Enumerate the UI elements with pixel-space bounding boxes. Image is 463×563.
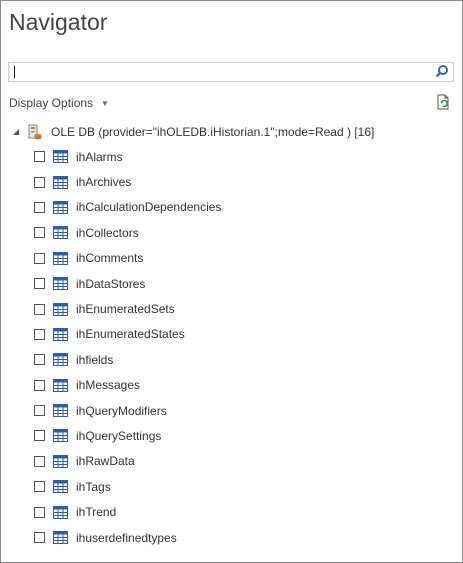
search-input[interactable]: [9, 63, 437, 81]
tree-item-row[interactable]: ihDataStores: [13, 271, 453, 296]
table-icon: [53, 429, 68, 443]
table-icon: [53, 505, 68, 519]
tree-item-label: ihComments: [76, 251, 144, 266]
checkbox[interactable]: [34, 455, 45, 467]
tree-item-label: ihCollectors: [76, 225, 139, 240]
tree-item-label: ihQueryModifiers: [76, 403, 167, 418]
display-options-label: Display Options: [9, 96, 94, 110]
table-icon: [53, 327, 68, 341]
tree-item-label: ihQuerySettings: [76, 428, 162, 443]
checkbox[interactable]: [34, 278, 45, 290]
tree-root-label: OLE DB (provider="ihOLEDB.iHistorian.1";…: [51, 124, 375, 139]
tree-root-row[interactable]: ◢ OLE DB (provider="ihOLEDB.iHistorian.1…: [13, 119, 453, 144]
table-icon: [53, 353, 68, 367]
table-icon: [53, 226, 68, 240]
table-icon: [53, 200, 68, 214]
page-title: Navigator: [9, 9, 108, 35]
tree-item-row[interactable]: ihCalculationDependencies: [13, 195, 453, 220]
navigator-tree: ◢ OLE DB (provider="ihOLEDB.iHistorian.1…: [13, 119, 453, 550]
expand-arrow-icon[interactable]: ◢: [13, 127, 23, 137]
tree-item-label: ihTags: [76, 479, 111, 494]
tree-item-row[interactable]: ihTags: [13, 474, 453, 499]
text-caret: [14, 66, 15, 78]
search-box[interactable]: [8, 62, 454, 82]
checkbox[interactable]: [34, 379, 45, 391]
tree-item-label: ihuserdefinedtypes: [76, 530, 177, 545]
checkbox[interactable]: [34, 328, 45, 340]
tree-item-label: ihCalculationDependencies: [76, 200, 222, 215]
tree-item-label: ihMessages: [76, 378, 141, 393]
checkbox[interactable]: [34, 252, 45, 264]
checkbox[interactable]: [34, 303, 45, 315]
table-icon: [53, 302, 68, 316]
database-icon: [28, 124, 42, 139]
tree-item-row[interactable]: ihArchives: [13, 169, 453, 194]
table-icon: [53, 277, 68, 291]
table-icon: [53, 378, 68, 392]
tree-item-label: ihArchives: [76, 175, 132, 190]
tree-item-row[interactable]: ihQuerySettings: [13, 423, 453, 448]
table-icon: [53, 404, 68, 418]
tree-item-row[interactable]: ihComments: [13, 246, 453, 271]
checkbox[interactable]: [34, 481, 45, 493]
tree-item-row[interactable]: ihuserdefinedtypes: [13, 525, 453, 550]
tree-item-row[interactable]: ihEnumeratedStates: [13, 322, 453, 347]
checkbox[interactable]: [34, 201, 45, 213]
table-icon: [53, 175, 68, 189]
table-icon: [53, 150, 68, 164]
tree-item-row[interactable]: ihRawData: [13, 449, 453, 474]
checkbox[interactable]: [34, 176, 45, 188]
tree-item-row[interactable]: ihfields: [13, 347, 453, 372]
checkbox[interactable]: [34, 532, 45, 544]
tree-item-row[interactable]: ihEnumeratedSets: [13, 296, 453, 321]
checkbox[interactable]: [34, 151, 45, 163]
search-icon[interactable]: [434, 64, 450, 80]
tree-item-row[interactable]: ihQueryModifiers: [13, 398, 453, 423]
tree-item-label: ihAlarms: [76, 149, 123, 164]
chevron-down-icon: ▼: [101, 98, 109, 108]
tree-item-row[interactable]: ihMessages: [13, 373, 453, 398]
checkbox[interactable]: [34, 430, 45, 442]
checkbox[interactable]: [34, 354, 45, 366]
tree-item-row[interactable]: ihAlarms: [13, 144, 453, 169]
tree-item-label: ihRawData: [76, 454, 135, 469]
table-icon: [53, 251, 68, 265]
checkbox[interactable]: [34, 506, 45, 518]
refresh-page-icon[interactable]: [434, 93, 452, 111]
navigator-window: Navigator Display Options ▼ ◢ OLE DB (pr…: [0, 0, 463, 563]
tree-item-label: ihDataStores: [76, 276, 146, 291]
table-icon: [53, 480, 68, 494]
tree-item-label: ihEnumeratedSets: [76, 302, 175, 317]
checkbox[interactable]: [34, 227, 45, 239]
checkbox[interactable]: [34, 405, 45, 417]
tree-item-label: ihfields: [76, 352, 114, 367]
tree-item-label: ihEnumeratedStates: [76, 327, 185, 342]
table-icon: [53, 454, 68, 468]
tree-item-row[interactable]: ihTrend: [13, 499, 453, 524]
table-icon: [53, 531, 68, 545]
tree-item-label: ihTrend: [76, 505, 117, 520]
tree-item-row[interactable]: ihCollectors: [13, 220, 453, 245]
display-options-dropdown[interactable]: Display Options ▼: [9, 96, 109, 110]
